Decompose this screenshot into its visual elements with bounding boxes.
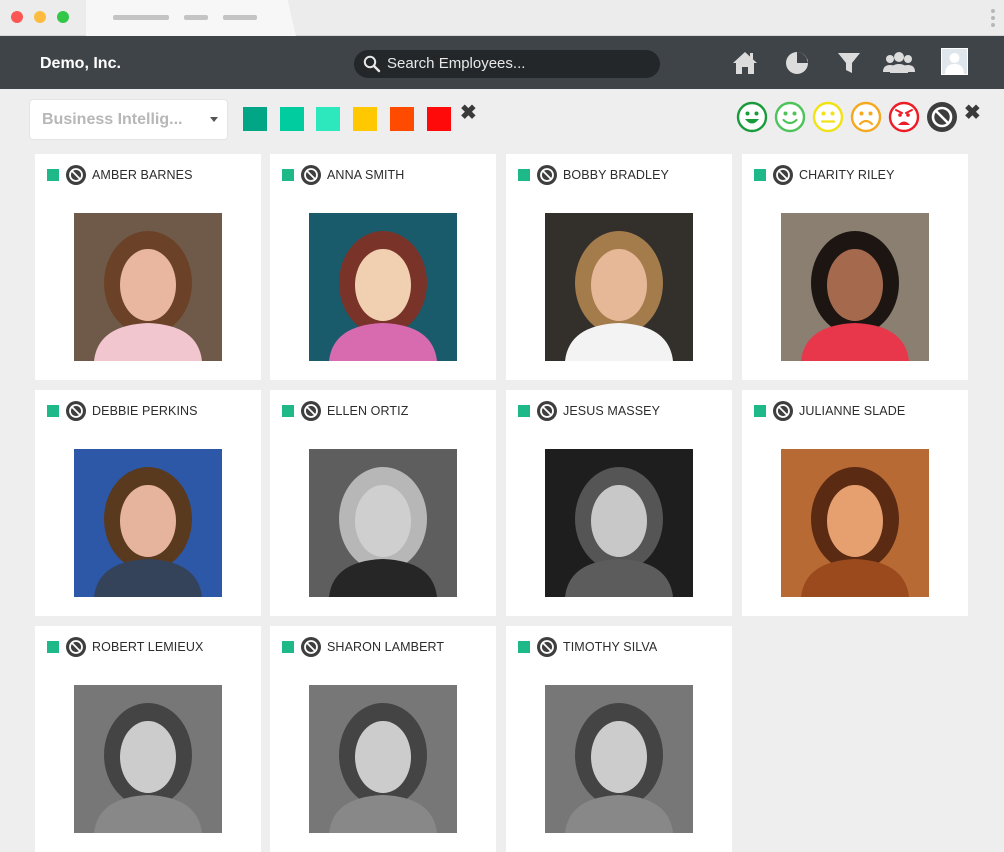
brand-name[interactable]: Demo, Inc.: [40, 36, 121, 91]
search-placeholder: Search Employees...: [387, 55, 526, 72]
tab-title-placeholder: [113, 15, 169, 20]
employee-card[interactable]: JULIANNE SLADE: [742, 390, 968, 616]
employee-name[interactable]: DEBBIE PERKINS: [92, 404, 198, 418]
employee-name[interactable]: BOBBY BRADLEY: [563, 168, 669, 182]
color-filter-swatch-3[interactable]: [316, 107, 340, 131]
employee-card[interactable]: CHARITY RILEY: [742, 154, 968, 380]
browser-chrome: [0, 0, 1004, 36]
browser-menu-icon[interactable]: [991, 9, 995, 30]
no-mood-icon[interactable]: [773, 401, 793, 421]
mood-very-happy-icon[interactable]: [736, 101, 768, 133]
employee-photo[interactable]: [309, 449, 457, 597]
employee-card[interactable]: AMBER BARNES: [35, 154, 261, 380]
search-input[interactable]: Search Employees...: [354, 50, 660, 78]
employee-name[interactable]: JESUS MASSEY: [563, 404, 660, 418]
user-avatar[interactable]: [941, 48, 968, 75]
window-close-button[interactable]: [11, 11, 23, 23]
employee-photo[interactable]: [545, 449, 693, 597]
employee-photo[interactable]: [74, 449, 222, 597]
color-filter-swatch-6[interactable]: [427, 107, 451, 131]
people-icon[interactable]: [882, 50, 916, 76]
employee-photo[interactable]: [74, 685, 222, 833]
employee-name[interactable]: JULIANNE SLADE: [799, 404, 905, 418]
status-indicator: [282, 641, 294, 653]
status-indicator: [754, 405, 766, 417]
chevron-down-icon: [210, 117, 218, 122]
tab-title-placeholder: [223, 15, 257, 20]
employee-name[interactable]: ELLEN ORTIZ: [327, 404, 408, 418]
status-indicator: [47, 169, 59, 181]
employee-name[interactable]: TIMOTHY SILVA: [563, 640, 657, 654]
filter-icon[interactable]: [837, 50, 861, 76]
window-minimize-button[interactable]: [34, 11, 46, 23]
mood-neutral-icon[interactable]: [812, 101, 844, 133]
color-filter-swatch-5[interactable]: [390, 107, 414, 131]
status-indicator: [47, 641, 59, 653]
no-mood-icon[interactable]: [66, 401, 86, 421]
employee-card[interactable]: ANNA SMITH: [270, 154, 496, 380]
employee-photo[interactable]: [545, 213, 693, 361]
employee-photo[interactable]: [781, 213, 929, 361]
employee-photo[interactable]: [309, 213, 457, 361]
app-header: Demo, Inc. Search Employees...: [0, 36, 1004, 89]
employee-card[interactable]: BOBBY BRADLEY: [506, 154, 732, 380]
clear-mood-filter-icon[interactable]: ✖: [964, 103, 981, 123]
search-icon: [363, 55, 381, 73]
status-indicator: [47, 405, 59, 417]
employee-card[interactable]: TIMOTHY SILVA: [506, 626, 732, 852]
department-dropdown[interactable]: Business Intellig...: [30, 100, 227, 139]
mood-none-icon[interactable]: [926, 101, 958, 133]
employee-photo[interactable]: [781, 449, 929, 597]
no-mood-icon[interactable]: [537, 165, 557, 185]
no-mood-icon[interactable]: [66, 165, 86, 185]
status-indicator: [518, 169, 530, 181]
clear-color-filter-icon[interactable]: ✖: [460, 103, 477, 123]
no-mood-icon[interactable]: [537, 637, 557, 657]
color-filter-swatch-2[interactable]: [280, 107, 304, 131]
employee-card[interactable]: JESUS MASSEY: [506, 390, 732, 616]
no-mood-icon[interactable]: [537, 401, 557, 421]
home-icon[interactable]: [731, 50, 759, 76]
employee-photo[interactable]: [309, 685, 457, 833]
status-indicator: [518, 641, 530, 653]
user-silhouette-icon: [945, 53, 964, 74]
mood-angry-icon[interactable]: [888, 101, 920, 133]
employee-card[interactable]: ELLEN ORTIZ: [270, 390, 496, 616]
department-dropdown-value: Business Intellig...: [42, 111, 183, 128]
employee-photo[interactable]: [545, 685, 693, 833]
color-filter-swatch-4[interactable]: [353, 107, 377, 131]
status-indicator: [282, 169, 294, 181]
pie-chart-icon[interactable]: [784, 50, 810, 76]
no-mood-icon[interactable]: [66, 637, 86, 657]
employee-name[interactable]: CHARITY RILEY: [799, 168, 895, 182]
employee-name[interactable]: ROBERT LEMIEUX: [92, 640, 203, 654]
employee-photo[interactable]: [74, 213, 222, 361]
employee-card[interactable]: DEBBIE PERKINS: [35, 390, 261, 616]
no-mood-icon[interactable]: [301, 165, 321, 185]
status-indicator: [282, 405, 294, 417]
employee-card[interactable]: SHARON LAMBERT: [270, 626, 496, 852]
employee-name[interactable]: AMBER BARNES: [92, 168, 193, 182]
mood-sad-icon[interactable]: [850, 101, 882, 133]
employee-name[interactable]: SHARON LAMBERT: [327, 640, 444, 654]
no-mood-icon[interactable]: [301, 401, 321, 421]
status-indicator: [754, 169, 766, 181]
employee-card[interactable]: ROBERT LEMIEUX: [35, 626, 261, 852]
color-filter-swatch-1[interactable]: [243, 107, 267, 131]
mood-happy-icon[interactable]: [774, 101, 806, 133]
no-mood-icon[interactable]: [301, 637, 321, 657]
employee-name[interactable]: ANNA SMITH: [327, 168, 404, 182]
tab-title-placeholder: [184, 15, 208, 20]
status-indicator: [518, 405, 530, 417]
window-zoom-button[interactable]: [57, 11, 69, 23]
no-mood-icon[interactable]: [773, 165, 793, 185]
browser-tab[interactable]: [86, 0, 296, 36]
